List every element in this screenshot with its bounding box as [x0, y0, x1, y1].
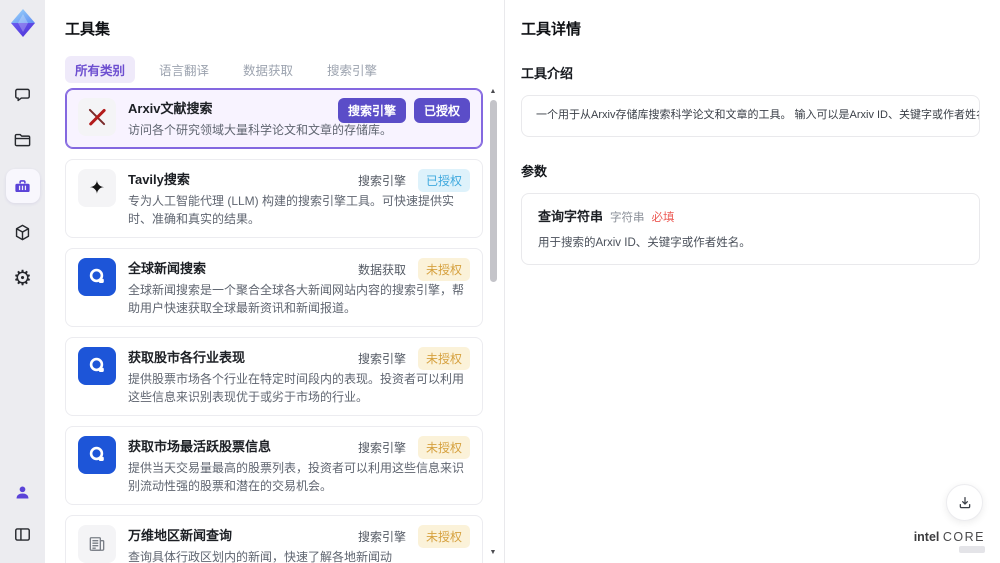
tool-category-tag: 搜索引擎 — [357, 441, 406, 455]
scrollbar-thumb[interactable] — [489, 100, 497, 282]
tool-category-tag: 数据获取 — [357, 263, 406, 277]
tool-description: 访问各个研究领域大量科学论文和文章的存储库。 — [128, 123, 393, 137]
intel-brand-word: intel — [913, 530, 940, 544]
tool-card[interactable]: 万维地区新闻查询 查询具体行政区划内的新闻，快速了解各地新闻动 搜索引擎 未授权 — [65, 515, 483, 563]
tool-auth-badge: 未授权 — [417, 525, 470, 548]
tool-category-tag: 搜索引擎 — [337, 98, 406, 123]
tool-description: 查询具体行政区划内的新闻，快速了解各地新闻动 — [128, 550, 393, 563]
tool-description: 全球新闻搜索是一个聚合全球各大新闻网站内容的搜索引擎，帮助用户快速获取全球最新资… — [128, 283, 465, 315]
tool-description: 专为人工智能代理 (LLM) 构建的搜索引擎工具。可快速提供实时、准确和真实的结… — [128, 194, 455, 226]
toolbox-icon[interactable] — [5, 169, 40, 203]
user-icon[interactable] — [6, 475, 40, 509]
tool-category-tag: 搜索引擎 — [357, 174, 406, 188]
gem-logo-icon[interactable] — [7, 7, 39, 39]
params-heading: 参数 — [521, 163, 548, 179]
tool-card[interactable]: 获取股市各行业表现 提供股票市场各个行业在特定时间段内的表现。投资者可以利用这些… — [65, 337, 483, 416]
param-name: 查询字符串 — [538, 208, 604, 224]
tool-auth-badge: 已授权 — [413, 98, 470, 123]
panel-toggle-icon[interactable] — [6, 517, 40, 551]
intro-box: 一个用于从Arxiv存储库搜索科学论文和文章的工具。 输入可以是Arxiv ID… — [521, 95, 980, 137]
tool-card[interactable]: 获取市场最活跃股票信息 提供当天交易量最高的股票列表，投资者可以利用这些信息来识… — [65, 426, 483, 505]
tavily-star-icon: ✦ — [78, 169, 116, 207]
tool-list: Arxiv文献搜索 访问各个研究领域大量科学论文和文章的存储库。 搜索引擎 已授… — [65, 88, 483, 563]
tool-auth-badge: 未授权 — [417, 347, 470, 370]
tab-3[interactable]: 搜索引擎 — [317, 56, 387, 83]
brand-sub-badge — [959, 546, 985, 553]
param-type: 字符串 — [610, 211, 645, 224]
tab-2[interactable]: 数据获取 — [233, 56, 303, 83]
param-box: 查询字符串 字符串 必填 用于搜索的Arxiv ID、关键字或作者姓名。 — [521, 192, 980, 265]
tool-description: 提供股票市场各个行业在特定时间段内的表现。投资者可以利用这些信息来识别表现优于或… — [128, 372, 465, 404]
intel-core-logo: intel CORE — [914, 530, 985, 553]
sidebar-nav: ⚙ — [5, 77, 40, 295]
tool-auth-badge: 未授权 — [417, 436, 470, 459]
tool-auth-badge: 未授权 — [417, 258, 470, 281]
tab-0[interactable]: 所有类别 — [65, 56, 136, 83]
tool-card[interactable]: Arxiv文献搜索 访问各个研究领域大量科学论文和文章的存储库。 搜索引擎 已授… — [65, 88, 483, 149]
detail-title: 工具详情 — [521, 21, 582, 38]
tool-category-tag: 搜索引擎 — [357, 352, 406, 366]
sidebar: ⚙ — [0, 0, 45, 563]
scroll-down-arrow[interactable]: ▼ — [488, 549, 498, 557]
core-brand-word: CORE — [942, 530, 985, 544]
news-search-app-icon — [78, 258, 116, 296]
tool-auth-badge: 已授权 — [417, 169, 470, 192]
tool-category-tag: 搜索引擎 — [357, 530, 406, 544]
package-icon[interactable] — [6, 215, 40, 249]
intro-heading: 工具介绍 — [521, 66, 574, 81]
category-tabs: 所有类别 语言翻译 数据获取 搜索引擎 — [65, 56, 387, 83]
tool-description: 提供当天交易量最高的股票列表，投资者可以利用这些信息来识别流动性强的股票和潜在的… — [128, 461, 465, 493]
tool-detail-panel: 工具详情 工具介绍 一个用于从Arxiv存储库搜索科学论文和文章的工具。 输入可… — [505, 0, 1000, 563]
download-icon — [959, 496, 970, 508]
news-search-app-icon — [78, 436, 116, 474]
page-title: 工具集 — [65, 21, 111, 38]
folder-icon[interactable] — [6, 123, 40, 157]
tab-1[interactable]: 语言翻译 — [149, 56, 219, 83]
gear-icon[interactable]: ⚙ — [6, 261, 40, 295]
scroll-up-arrow[interactable]: ▲ — [488, 88, 498, 96]
sidebar-bottom — [0, 475, 45, 551]
param-description: 用于搜索的Arxiv ID、关键字或作者姓名。 — [538, 236, 751, 249]
tools-panel: 工具集 所有类别 语言翻译 数据获取 搜索引擎 Arxiv文献搜索 访问各个研究领域大… — [45, 0, 504, 563]
news-search-app-icon — [78, 347, 116, 385]
main-area: 工具集 所有类别 语言翻译 数据获取 搜索引擎 Arxiv文献搜索 访问各个研究领域大… — [45, 0, 1000, 563]
newspaper-icon — [78, 525, 116, 563]
tools-scrollbar[interactable]: ▲ ▼ — [488, 88, 498, 557]
tool-card[interactable]: ✦ Tavily搜索 专为人工智能代理 (LLM) 构建的搜索引擎工具。可快速提… — [65, 159, 483, 238]
tool-card[interactable]: 全球新闻搜索 全球新闻搜索是一个聚合全球各大新闻网站内容的搜索引擎，帮助用户快速… — [65, 248, 483, 327]
chat-icon[interactable] — [6, 77, 40, 111]
param-required-badge: 必填 — [651, 211, 675, 224]
arxiv-logo-icon — [78, 98, 116, 136]
download-button[interactable] — [946, 484, 983, 521]
